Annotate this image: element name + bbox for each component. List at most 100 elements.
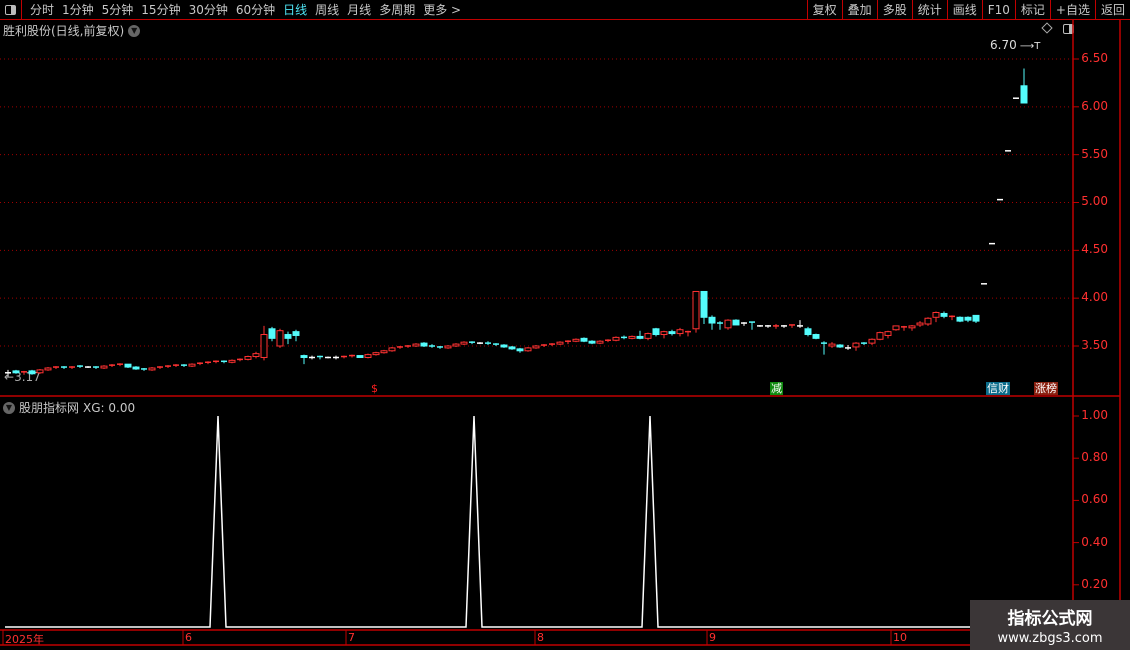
candle: [749, 321, 755, 330]
event-marker[interactable]: $: [370, 382, 379, 395]
candle: [773, 323, 779, 329]
candle: [21, 370, 27, 375]
candle-body: [700, 290, 708, 318]
candle: [460, 341, 468, 346]
candle-body: [692, 290, 700, 330]
candle: [724, 319, 732, 330]
candle-body: [828, 343, 836, 347]
candle: [117, 363, 123, 367]
price-tick-label: 5.00: [1081, 194, 1108, 209]
candle: [100, 365, 108, 369]
candle-body: [972, 314, 980, 322]
event-marker[interactable]: 减: [770, 382, 783, 395]
indicator-tick-label: 0.80: [1081, 450, 1108, 465]
candle: [1020, 68, 1028, 104]
candle: [845, 345, 851, 350]
candle: [364, 353, 372, 359]
indicator-tick-label: 0.60: [1081, 492, 1108, 507]
candle: [380, 349, 388, 354]
candle-body: [596, 340, 604, 344]
candle: [388, 346, 396, 352]
candle: [804, 326, 812, 337]
candle: [916, 321, 924, 327]
candle-body: [420, 342, 428, 347]
candle: [621, 335, 627, 340]
candle-body: [652, 328, 660, 336]
candle-body: [508, 346, 516, 350]
candle-body: [148, 367, 156, 371]
candle-body: [660, 331, 668, 336]
candle: [541, 344, 547, 347]
candle: [901, 325, 907, 331]
candle: [668, 329, 676, 336]
candle: [876, 331, 884, 341]
candle-body: [252, 353, 260, 358]
candle: [132, 366, 140, 370]
candle-body: [644, 333, 652, 339]
candle-body: [1020, 85, 1028, 104]
price-tick-label: 4.50: [1081, 242, 1108, 257]
candle: [932, 311, 940, 323]
candle-body: [556, 341, 564, 345]
candle-body: [908, 325, 916, 329]
candle: [516, 347, 524, 353]
candle: [405, 345, 411, 348]
candle-body: [836, 344, 844, 348]
candle: [237, 358, 243, 362]
candle-body: [244, 356, 252, 360]
candle: [452, 343, 460, 347]
event-marker[interactable]: 信财: [986, 382, 1010, 395]
candle-body: [668, 331, 676, 335]
candle: [213, 360, 219, 364]
candle-body: [260, 334, 268, 358]
candle-body: [276, 330, 284, 347]
candle-body: [100, 365, 108, 369]
price-tick-label: 6.50: [1081, 50, 1108, 65]
candle-body: [132, 366, 140, 370]
candle: [797, 320, 803, 328]
candle: [652, 327, 660, 337]
candle: [444, 345, 452, 349]
candle-body: [188, 363, 196, 367]
candle-body: [868, 338, 876, 344]
candle: [836, 344, 844, 348]
candle-body: [380, 350, 388, 354]
candle: [708, 315, 716, 330]
candle: [868, 338, 876, 346]
candle-body: [532, 345, 540, 349]
candle: [644, 332, 652, 341]
xg-signal-line: [5, 415, 1026, 628]
candle-body: [876, 332, 884, 340]
candle: [317, 355, 323, 360]
chevron-down-icon[interactable]: ▼: [3, 401, 15, 414]
candle: [956, 316, 964, 323]
candle: [549, 343, 555, 346]
candle: [268, 326, 276, 342]
candle: [109, 364, 115, 368]
indicator-value: XG: 0.00: [83, 400, 136, 415]
candle: [309, 355, 315, 360]
candle-body: [356, 355, 364, 358]
candle: [53, 366, 59, 369]
candle-body: [916, 322, 924, 326]
candle-body: [44, 367, 52, 371]
candle: [44, 367, 52, 371]
event-marker[interactable]: 涨榜: [1034, 382, 1058, 395]
candle: [628, 335, 636, 340]
candle-body: [588, 340, 596, 344]
candle: [77, 365, 83, 369]
candle-body: [412, 343, 420, 347]
candle: [300, 354, 308, 365]
candle-body: [268, 328, 276, 339]
candle-body: [460, 341, 468, 345]
candle: [124, 363, 132, 369]
candle: [789, 324, 795, 328]
candle: [500, 344, 508, 348]
candle-body: [364, 354, 372, 358]
candle: [221, 360, 227, 364]
candle: [812, 333, 820, 340]
candle: [636, 330, 644, 340]
candle: [141, 368, 147, 371]
candle: [349, 354, 355, 358]
candle: [508, 346, 516, 350]
